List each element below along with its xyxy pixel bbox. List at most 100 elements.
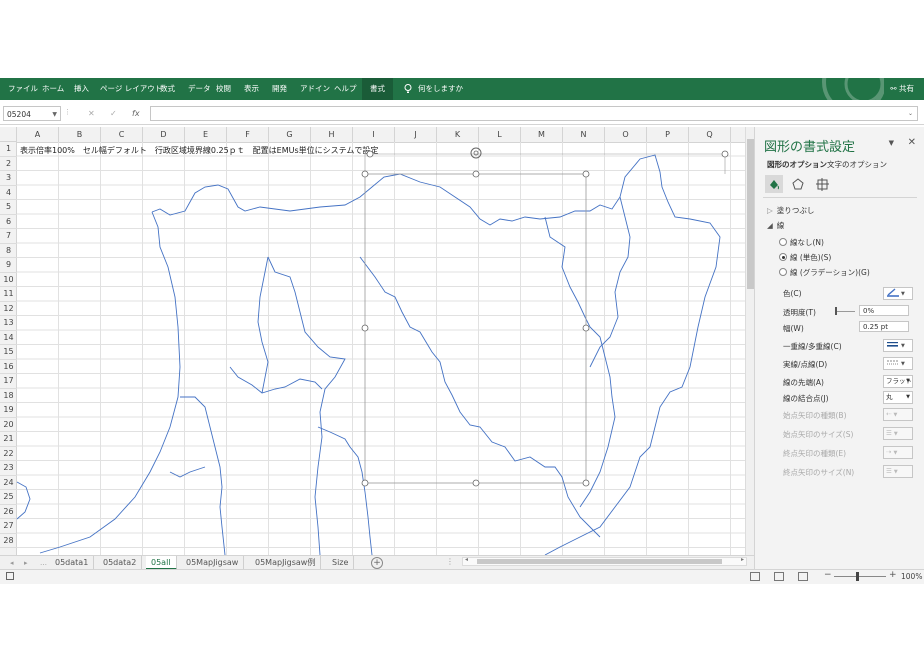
share-label: 共有 [899,84,914,93]
page-break-view-icon[interactable] [798,572,808,581]
scroll-left-icon[interactable]: ◂ [465,556,468,563]
zoom-level[interactable]: 100% [901,572,922,581]
sheet-next-icon[interactable]: ▸ [24,556,28,570]
svg-text:▼: ▼ [901,361,905,367]
join-type-dropdown[interactable]: 丸 ▼ [883,391,913,404]
compound-type-dropdown[interactable]: ▼ [883,339,913,352]
name-box[interactable]: 05204 ▼ [3,106,61,121]
tab-formulas[interactable]: 数式 [156,78,179,100]
tab-insert[interactable]: 挿入 [70,78,93,100]
map-shapes[interactable] [0,127,745,555]
add-sheet-icon[interactable]: + [371,557,383,569]
label-dash-type: 実線/点線(D) [783,360,828,369]
tab-addins[interactable]: アドイン [296,78,334,100]
chevron-down-icon[interactable]: ▼ [52,107,57,122]
section-fill[interactable]: ▷ 塗りつぶし [767,205,814,216]
map-boundary-4 [589,196,631,368]
transparency-input[interactable]: 0% [859,305,909,316]
cancel-icon[interactable]: ✕ [88,106,95,121]
tab-shape-options[interactable]: 図形のオプション [767,159,827,170]
radio-gradient-line[interactable]: 線 (グラデーション)(G) [779,267,870,278]
worksheet-grid[interactable]: ABCDEFGHIJKLMNOPQ 1 2 3 4 5 6 7 8 9 10 11 12 13 14 15 1… [0,127,745,555]
enter-icon[interactable]: ✓ [110,106,117,121]
end-arrow-size-dropdown[interactable]: ☰ ▼ [883,465,913,478]
lightbulb-icon [404,84,412,96]
tab-file[interactable]: ファイル [4,78,42,100]
tab-help[interactable]: ヘルプ [330,78,361,100]
radio-solid-line-label: 線 (単色)(S) [790,253,832,262]
transparency-slider[interactable] [835,311,855,312]
horizontal-scrollbar[interactable]: ◂ ▸ [462,556,747,566]
radio-no-line[interactable]: 線なし(N) [779,237,824,248]
tab-format[interactable]: 書式 [362,78,393,100]
sheet-tab-05all[interactable]: 05all [146,556,177,570]
tabs-split-icon[interactable]: ⋮ [446,557,454,566]
cap-type-dropdown[interactable]: フラット ▼ [883,375,913,388]
map-boundary-1 [267,256,346,555]
tab-home[interactable]: ホーム [38,78,68,100]
begin-arrow-type-dropdown[interactable]: ⇠ ▼ [883,408,913,421]
pane-divider [763,197,917,198]
dash-type-dropdown[interactable]: ▼ [883,357,913,370]
effects-icon[interactable] [789,175,807,193]
zoom-out-icon[interactable]: − [824,570,832,580]
normal-view-icon[interactable] [750,572,760,581]
fill-line-icon[interactable] [765,175,783,193]
radio-gradient-line-label: 線 (グラデーション)(G) [790,268,870,277]
end-arrow-type-dropdown[interactable]: ⇢ ▼ [883,446,913,459]
sheet-prev-icon[interactable]: ◂ [10,556,14,570]
svg-text:▼: ▼ [901,291,905,297]
map-boundary-7 [317,426,373,555]
zoom-slider-thumb[interactable] [856,572,859,581]
expand-formula-icon[interactable]: ⌄ [908,107,913,120]
sheet-tab-05data1[interactable]: 05data1 [50,556,95,570]
sheet-tab-size[interactable]: Size [327,556,355,570]
tab-text-options[interactable]: 文字のオプション [827,159,887,170]
section-line[interactable]: ◢ 線 [767,220,784,231]
sheet-tab-05mapjigsaw-example[interactable]: 05MapJigsaw例 [250,556,322,570]
share-button[interactable]: ⚯ 共有 [890,78,914,100]
chevron-down-icon: ▼ [906,378,910,384]
tab-view[interactable]: 表示 [240,78,263,100]
horizontal-scroll-thumb[interactable] [477,559,722,564]
page-layout-view-icon[interactable] [774,572,784,581]
svg-text:▼: ▼ [901,343,905,349]
name-box-value: 05204 [7,110,31,119]
tell-me-search[interactable]: 何をしますか [418,78,463,100]
chevron-down-icon: ▼ [906,394,910,400]
chevron-down-icon: ▼ [893,412,898,418]
sheet-tab-05data2[interactable]: 05data2 [98,556,143,570]
line-color-picker[interactable]: ▼ [883,287,913,300]
width-value: 0.25 pt [863,323,888,331]
width-input[interactable]: 0.25 pt [859,321,909,332]
join-type-value: 丸 [886,393,893,401]
tab-developer[interactable]: 開発 [268,78,291,100]
sheet-more-icon[interactable]: … [40,556,47,570]
shape-selection-box [361,147,729,487]
scroll-right-icon[interactable]: ▸ [741,556,744,563]
vertical-scroll-thumb[interactable] [747,139,754,289]
sheet-tab-05mapjigsaw[interactable]: 05MapJigsaw [181,556,245,570]
rotate-handle-icon [470,147,482,159]
chevron-down-icon: ▼ [893,450,898,456]
tab-review[interactable]: 校閲 [212,78,235,100]
pane-options-chevron-icon[interactable]: ▼ [889,139,894,147]
radio-solid-line[interactable]: 線 (単色)(S) [779,252,831,263]
ribbon-decoration [714,78,884,100]
chevron-right-icon: ▷ [767,206,773,215]
label-cap-type: 線の先端(A) [783,378,824,387]
size-properties-icon[interactable] [813,175,831,193]
pane-title: 図形の書式設定 [764,140,856,155]
chevron-down-icon: ▼ [893,469,898,475]
close-icon[interactable]: ✕ [908,137,916,148]
zoom-slider[interactable] [834,576,886,577]
zoom-in-icon[interactable]: + [889,570,897,580]
macro-record-icon[interactable] [6,572,14,580]
insert-function-icon[interactable]: fx [132,106,140,121]
label-end-arrow-size: 終点矢印のサイズ(N) [783,468,855,477]
formula-input[interactable]: ⌄ [150,106,918,121]
transparency-slider-thumb[interactable] [835,307,837,315]
tab-data[interactable]: データ [184,78,215,100]
radio-dot [779,268,787,276]
begin-arrow-size-dropdown[interactable]: ☰ ▼ [883,427,913,440]
